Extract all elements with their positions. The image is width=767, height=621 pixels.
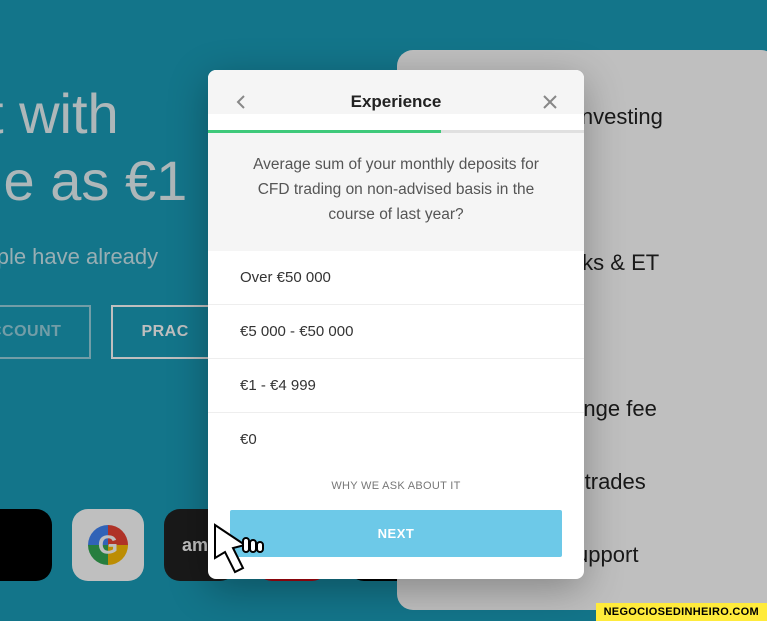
option-1-4999[interactable]: €1 - €4 999	[208, 359, 584, 413]
options-list: Over €50 000 €5 000 - €50 000 €1 - €4 99…	[208, 251, 584, 466]
option-0[interactable]: €0	[208, 413, 584, 466]
modal-question: Average sum of your monthly deposits for…	[208, 133, 584, 251]
option-5000-50000[interactable]: €5 000 - €50 000	[208, 305, 584, 359]
modal-title: Experience	[351, 92, 442, 112]
close-icon	[542, 94, 558, 110]
chevron-left-icon	[234, 94, 250, 110]
next-button[interactable]: NEXT	[230, 510, 562, 557]
close-button[interactable]	[538, 90, 562, 114]
option-over-50000[interactable]: Over €50 000	[208, 251, 584, 305]
experience-modal: Experience Average sum of your monthly d…	[208, 70, 584, 579]
modal-header: Experience	[208, 70, 584, 114]
why-we-ask-link[interactable]: WHY WE ASK ABOUT IT	[208, 466, 584, 506]
watermark: NEGOCIOSEDINHEIRO.COM	[596, 603, 767, 621]
back-button[interactable]	[230, 90, 254, 114]
